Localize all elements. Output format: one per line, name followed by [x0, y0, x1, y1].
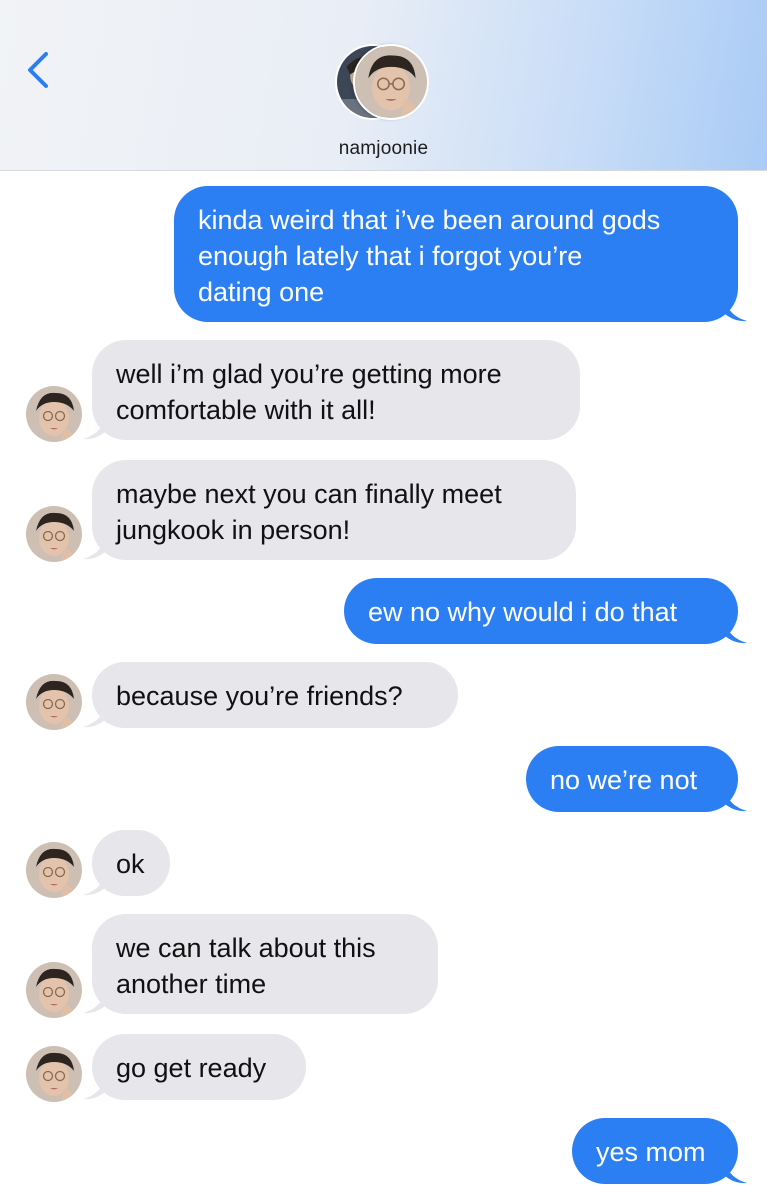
contact-avatar-primary [353, 44, 429, 120]
message-line: yes mom [596, 1137, 706, 1167]
contact-photo-icon [26, 386, 82, 442]
bubble-tail-icon [725, 300, 747, 322]
message-line: ew no why would i do that [368, 597, 678, 627]
message-line: dating one [198, 277, 325, 307]
message-line: kinda weird that i’ve been around gods [198, 205, 661, 235]
contact-avatar-small[interactable] [26, 674, 82, 730]
message-line: maybe next you can finally meet [116, 479, 502, 509]
message-line: go get ready [116, 1053, 267, 1083]
message-line: another time [116, 969, 267, 999]
contact-photo-icon [26, 506, 82, 562]
contact-photo-icon [355, 46, 427, 118]
bubble-tail-icon [83, 538, 105, 560]
bubble-tail-icon [83, 1078, 105, 1100]
contact-name[interactable]: namjoonie [0, 138, 767, 160]
contact-avatar-small[interactable] [26, 506, 82, 562]
bubble-tail-icon [725, 790, 747, 812]
sent-message-bubble[interactable]: ew no why would i do that [344, 578, 747, 644]
sent-message-bubble[interactable]: kinda weird that i’ve been around gods e… [174, 186, 747, 322]
received-message-bubble[interactable]: well i’m glad you’re getting more comfor… [83, 340, 580, 440]
sent-message-bubble[interactable]: no we’re not [526, 746, 747, 812]
message-line: ok [116, 849, 145, 879]
chevron-left-icon [28, 52, 48, 88]
contact-avatar-group[interactable] [335, 44, 435, 124]
bubble-tail-icon [83, 874, 105, 896]
bubble-tail-icon [725, 1162, 747, 1184]
message-line: enough lately that i forgot you’re [198, 241, 583, 271]
bubble-tail-icon [83, 418, 105, 440]
message-line: we can talk about this [116, 933, 376, 963]
contact-avatar-small[interactable] [26, 842, 82, 898]
received-message-bubble[interactable]: maybe next you can finally meet jungkook… [83, 460, 576, 560]
back-button[interactable] [20, 48, 60, 92]
received-message-bubble[interactable]: go get ready [83, 1034, 306, 1100]
contact-avatar-small[interactable] [26, 962, 82, 1018]
contact-photo-icon [26, 1046, 82, 1102]
message-line: because you’re friends? [116, 681, 403, 711]
sent-message-bubble[interactable]: yes mom [572, 1118, 747, 1184]
contact-avatar-small[interactable] [26, 1046, 82, 1102]
messages-screen: namjoonie kinda weird that i’ve been aro… [0, 0, 767, 1200]
message-line: no we’re not [550, 765, 698, 795]
contact-avatar-small[interactable] [26, 386, 82, 442]
contact-photo-icon [26, 674, 82, 730]
message-line: well i’m glad you’re getting more [116, 359, 502, 389]
bubble-tail-icon [83, 706, 105, 728]
bubble-tail-icon [83, 992, 105, 1014]
message-line: comfortable with it all! [116, 395, 376, 425]
contact-photo-icon [26, 962, 82, 1018]
conversation-header: namjoonie [0, 0, 767, 171]
received-message-bubble[interactable]: because you’re friends? [83, 662, 458, 728]
message-line: jungkook in person! [116, 515, 351, 545]
received-message-bubble[interactable]: we can talk about this another time [83, 914, 438, 1014]
bubble-tail-icon [725, 622, 747, 644]
received-message-bubble[interactable]: ok [83, 830, 170, 896]
contact-photo-icon [26, 842, 82, 898]
